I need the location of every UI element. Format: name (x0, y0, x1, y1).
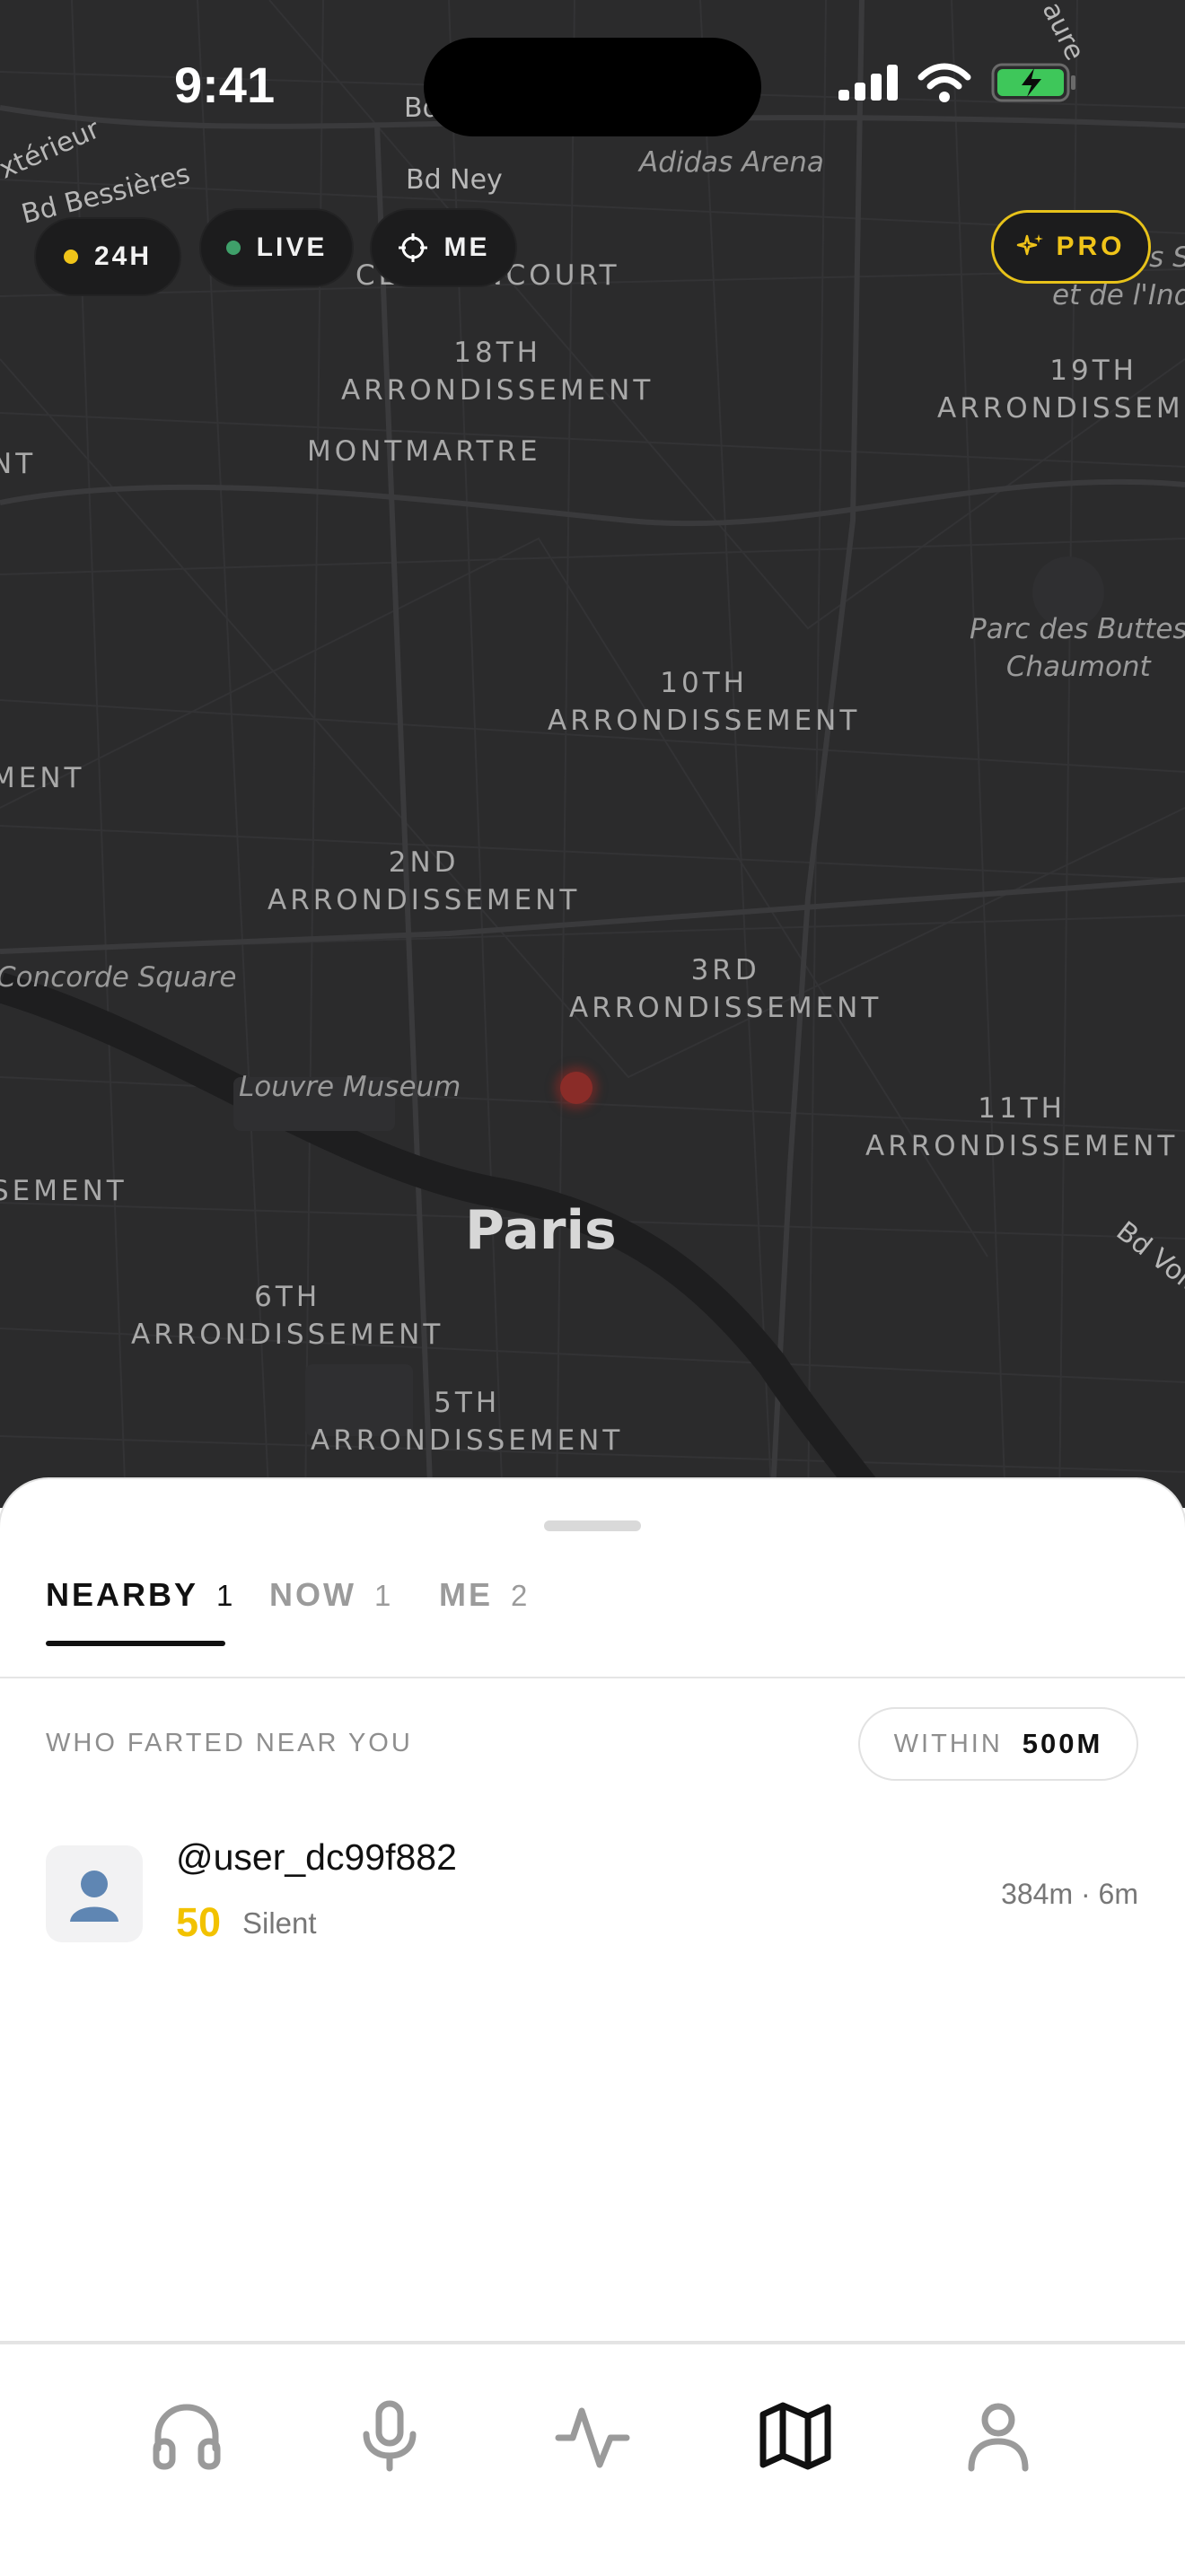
map-label-paris: Paris (465, 1199, 617, 1262)
tab-nearby-label: NEARBY (46, 1576, 199, 1613)
nav-profile-button[interactable] (953, 2391, 1043, 2481)
list-item[interactable]: @user_dc99f882 50 Silent 384m · 6m (0, 1831, 1185, 1975)
nav-activity-button[interactable] (548, 2391, 637, 2481)
cellular-signal-icon (838, 65, 898, 101)
fart-score: 50 (176, 1899, 222, 1945)
map-label-3rd-arrondissement: 3RD ARRONDISSEMENT (569, 954, 882, 1024)
map-label-5th-arrondissement: 5TH ARRONDISSEMENT (311, 1387, 624, 1457)
map-label-6th-arrondissement: 6TH ARRONDISSEMENT (131, 1281, 444, 1351)
map-label-19th-arrondissement: 19TH ARRONDISSEMENT (937, 355, 1185, 425)
map-label-concorde-square: Concorde Square (0, 961, 237, 994)
live-label: LIVE (256, 232, 328, 262)
bottom-nav (0, 2343, 1185, 2576)
tab-me[interactable]: ME 2 (439, 1576, 527, 1614)
wifi-icon (917, 63, 971, 102)
tab-me-label: ME (439, 1576, 493, 1613)
map-label-11th-arrondissement: 11TH ARRONDISSEMENT (865, 1092, 1179, 1162)
status-time: 9:41 (174, 57, 276, 113)
nav-listen-button[interactable] (142, 2391, 232, 2481)
map-label-left-sement: SEMENT (0, 1175, 127, 1207)
tab-nearby-count: 1 (216, 1579, 233, 1612)
map-label-left-nt: NT (0, 448, 37, 480)
map-icon (759, 2402, 831, 2470)
nav-map-button[interactable] (750, 2391, 840, 2481)
section-title: WHO FARTED NEAR YOU (46, 1729, 413, 1757)
tab-nearby[interactable]: NEARBY 1 (46, 1576, 233, 1614)
locate-me-label: ME (443, 232, 490, 262)
tab-now-count: 1 (373, 1579, 391, 1612)
distance-time-meta: 384m · 6m (1001, 1878, 1138, 1910)
activity-pulse-icon (555, 2407, 630, 2468)
sheet-drag-handle[interactable] (544, 1520, 641, 1531)
time-filter-dot (63, 250, 78, 264)
headphones-icon (153, 2404, 221, 2470)
microphone-icon (363, 2400, 417, 2472)
locate-me-chip[interactable]: ME (372, 210, 515, 285)
person-silhouette-icon (70, 1871, 118, 1922)
active-tab-indicator (46, 1641, 225, 1646)
map-label-parc-des-buttes-chaumont: Parc des Buttes Chaumont (970, 613, 1185, 683)
username: @user_dc99f882 (176, 1836, 457, 1878)
tab-now-label: NOW (269, 1576, 356, 1613)
profile-icon (968, 2403, 1029, 2472)
fart-hotspot-marker[interactable] (560, 1072, 592, 1104)
map-label-left-ment: MENT (0, 762, 85, 794)
battery-charging-icon (991, 63, 1075, 102)
dynamic-island (424, 38, 761, 136)
pro-label: PRO (1056, 232, 1126, 261)
map-label-bd-ney: Bd Ney (406, 164, 503, 196)
map-label-adidas-arena: Adidas Arena (639, 146, 824, 179)
tab-me-count: 2 (511, 1579, 528, 1612)
live-chip[interactable]: LIVE (201, 210, 352, 285)
sparkle-icon (1017, 234, 1044, 256)
map-label-louvre-museum: Louvre Museum (239, 1071, 461, 1103)
time-filter-chip[interactable]: 24H (36, 219, 180, 294)
radius-filter-button[interactable]: WITHIN 500M (858, 1707, 1138, 1781)
live-dot (225, 241, 241, 255)
fart-type-label: Silent (242, 1906, 317, 1940)
tab-now[interactable]: NOW 1 (269, 1576, 391, 1614)
status-icons (838, 63, 1077, 102)
map-label-montmartre: MONTMARTRE (307, 435, 541, 468)
map-label-2nd-arrondissement: 2ND ARRONDISSEMENT (268, 846, 581, 916)
radius-filter-label: WITHIN (893, 1729, 1003, 1758)
crosshair-icon (398, 233, 427, 262)
nav-record-button[interactable] (345, 2391, 434, 2481)
radius-filter-value: 500M (1022, 1728, 1103, 1759)
time-filter-label: 24H (93, 241, 153, 271)
map-label-18th-arrondissement: 18TH ARRONDISSEMENT (341, 337, 654, 407)
map-label-10th-arrondissement: 10TH ARRONDISSEMENT (548, 667, 861, 737)
avatar (46, 1845, 143, 1942)
pro-button[interactable]: PRO (991, 210, 1151, 284)
tabs-divider (0, 1677, 1185, 1678)
